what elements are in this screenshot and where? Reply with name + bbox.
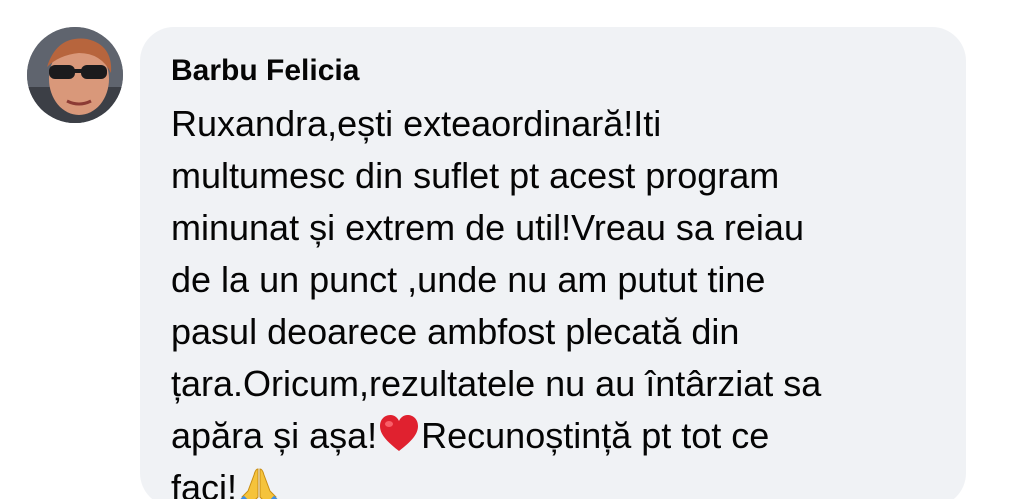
comment-line-segment: apăra și așa! bbox=[171, 415, 378, 456]
avatar-photo bbox=[27, 27, 123, 123]
comment-line: faci! bbox=[171, 462, 946, 499]
comment-line: țara.Oricum,rezultatele nu au întârziat … bbox=[171, 363, 822, 404]
comment-bubble: Barbu Felicia Ruxandra,ești exteaordinar… bbox=[140, 27, 966, 499]
comment-line: apăra și așa! Recunoștință pt tot ce bbox=[171, 410, 946, 462]
comment-text: Ruxandra,ești exteaordinară!Iti multumes… bbox=[171, 98, 946, 499]
comment-line-segment: Recunoștință pt tot ce bbox=[421, 415, 770, 456]
comment-line-segment: faci! bbox=[171, 467, 238, 499]
comment-line: Ruxandra,ești exteaordinară!Iti bbox=[171, 103, 662, 144]
comment-line: minunat și extrem de util!Vreau sa reiau bbox=[171, 207, 804, 248]
heart-emoji-icon bbox=[380, 415, 419, 451]
comment-line: multumesc din suflet pt acest program bbox=[171, 155, 780, 196]
author-name[interactable]: Barbu Felicia bbox=[171, 51, 946, 91]
comment-line: pasul deoarece ambfost plecată din bbox=[171, 311, 740, 352]
comment-line: de la un punct ,unde nu am putut tine bbox=[171, 259, 766, 300]
comment: Barbu Felicia Ruxandra,ești exteaordinar… bbox=[0, 0, 1024, 499]
avatar[interactable] bbox=[27, 27, 123, 123]
praying-hands-emoji-icon bbox=[240, 468, 278, 499]
